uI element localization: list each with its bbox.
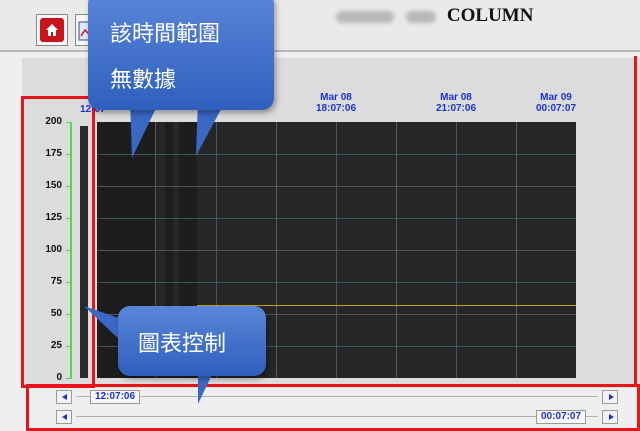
no-data-callout: 該時間範圍 無數據: [88, 0, 274, 110]
blurred-name: [336, 11, 394, 23]
x-tick-time: 21:07:06: [435, 103, 477, 114]
grid-line-vertical: [276, 122, 277, 378]
x-tick-date: Mar 08: [440, 92, 472, 103]
grid-line-vertical: [456, 122, 457, 378]
x-tick-label: Mar 09 00:07:07: [518, 92, 594, 114]
grid-line-vertical: [336, 122, 337, 378]
home-icon: [40, 18, 64, 42]
chart-control-callout: 圖表控制: [118, 306, 266, 376]
x-tick-date: Mar 08: [320, 92, 352, 103]
callout-text: 圖表控制: [138, 332, 227, 357]
blurred-name: [406, 11, 437, 23]
home-button[interactable]: [36, 14, 68, 46]
callout-text: 無數據: [110, 68, 177, 93]
page-title-group: COLUMN: [336, 5, 533, 29]
page-title: COLUMN: [446, 5, 534, 26]
grid-line-vertical: [516, 122, 517, 378]
callout-text: 該時間範圍: [110, 22, 221, 47]
x-tick-time: 00:07:07: [535, 103, 577, 114]
x-tick-date: Mar 09: [540, 92, 572, 103]
x-tick-time: 18:07:06: [315, 103, 357, 114]
x-tick-label: Mar 08 21:07:06: [418, 92, 494, 114]
grid-line-vertical: [396, 122, 397, 378]
x-tick-label: Mar 08 18:07:06: [298, 92, 374, 114]
highlight-edge: [634, 56, 637, 386]
